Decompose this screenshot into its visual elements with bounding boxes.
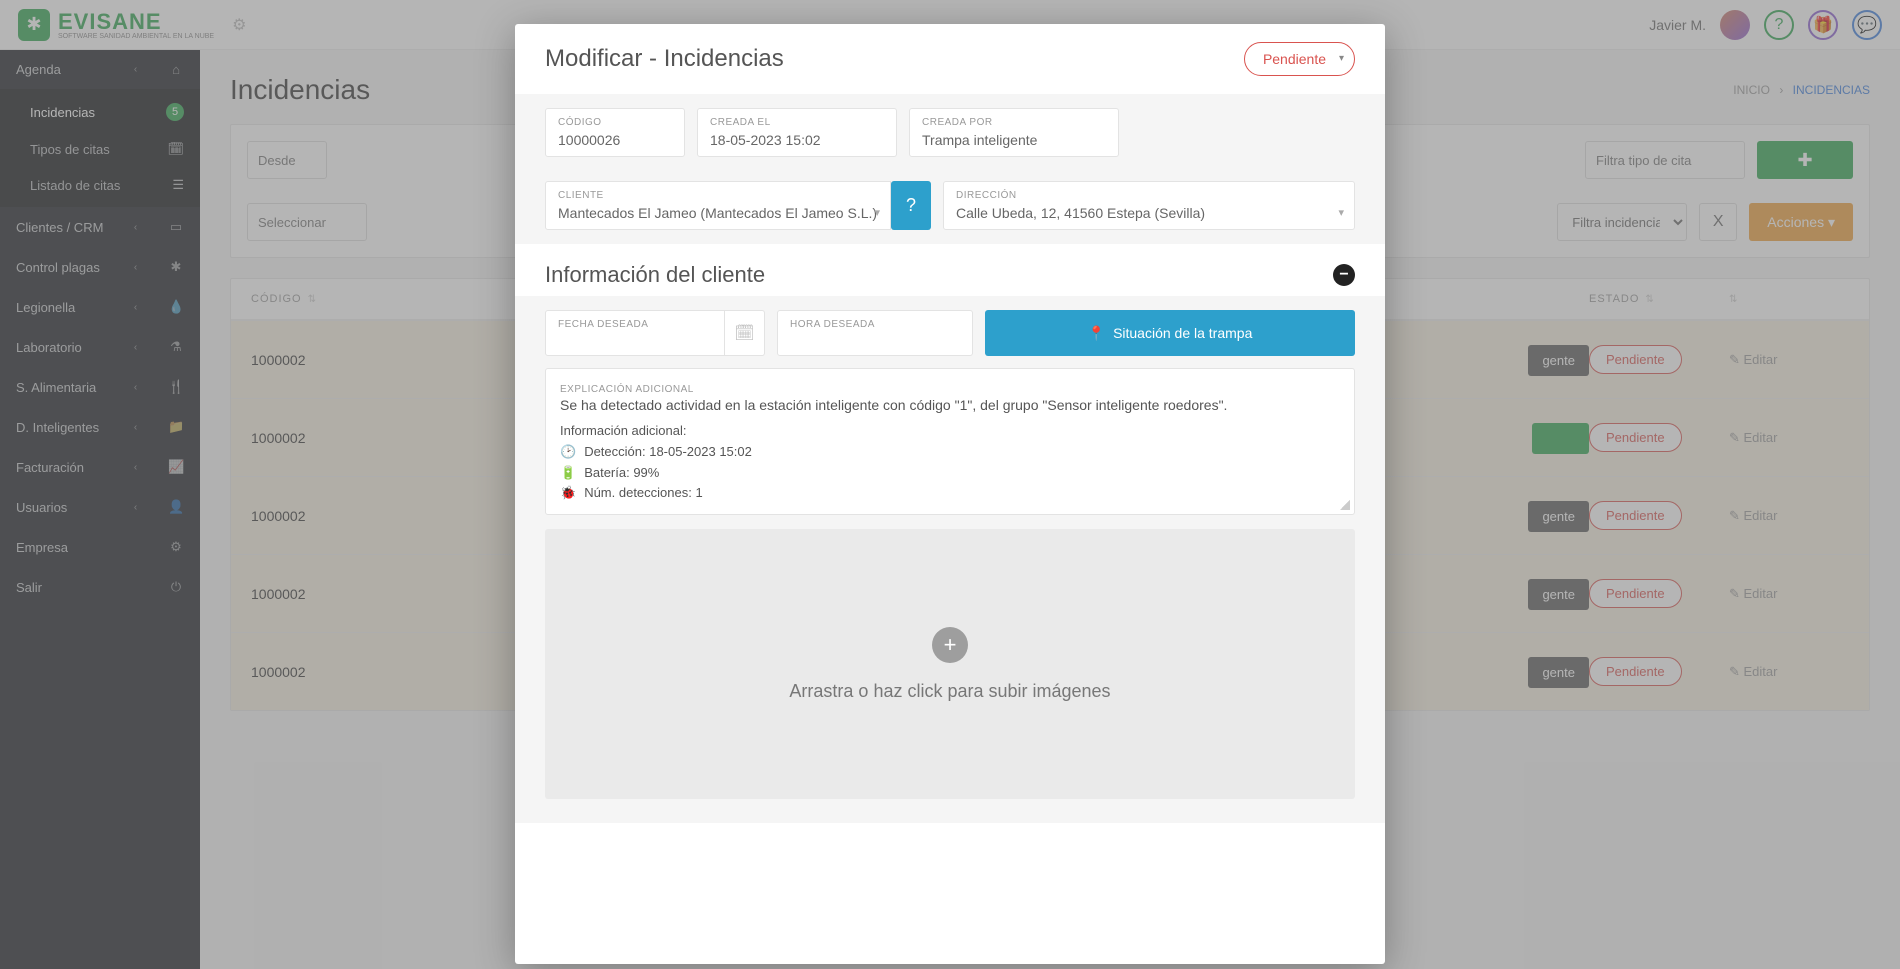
creada-el-field[interactable]: CREADA EL 18-05-2023 15:02 [697,108,897,157]
info-block: FECHA DESEADA 🗓 HORA DESEADA 📍 Situación… [515,296,1385,823]
resize-handle[interactable] [1340,500,1350,510]
hora-deseada-field[interactable]: HORA DESEADA [777,310,973,356]
clock-icon: 🕑 [560,442,576,463]
image-dropzone[interactable]: + Arrastra o haz click para subir imágen… [545,529,1355,799]
situacion-trampa-button[interactable]: 📍 Situación de la trampa [985,310,1355,356]
info-cliente-title: Información del cliente [545,262,765,288]
edit-incidencia-modal: Modificar - Incidencias Pendiente CÓDIGO… [515,24,1385,964]
status-dropdown[interactable]: Pendiente [1244,42,1355,76]
direccion-select[interactable]: DIRECCIÓN Calle Ubeda, 12, 41560 Estepa … [943,181,1355,230]
bug-icon: 🐞 [560,483,576,504]
plus-circle-icon: + [932,627,968,663]
modal-overlay: Modificar - Incidencias Pendiente CÓDIGO… [0,0,1900,969]
fecha-deseada-field[interactable]: FECHA DESEADA [545,310,725,356]
calendar-icon[interactable]: 🗓 [725,310,765,356]
codigo-field[interactable]: CÓDIGO 10000026 [545,108,685,157]
modal-title: Modificar - Incidencias [545,45,784,73]
cliente-help-button[interactable]: ? [891,181,931,230]
explicacion-textarea[interactable]: EXPLICACIÓN ADICIONAL Se ha detectado ac… [545,368,1355,515]
pin-icon: 📍 [1088,325,1105,342]
cliente-select[interactable]: CLIENTE Mantecados El Jameo (Mantecados … [545,181,891,230]
battery-icon: 🔋 [560,463,576,484]
dropzone-text: Arrastra o haz click para subir imágenes [789,681,1110,702]
form-grid-1: CÓDIGO 10000026 CREADA EL 18-05-2023 15:… [515,94,1385,244]
info-adicional-title: Información adicional: [560,421,1340,442]
collapse-section-button[interactable]: − [1333,264,1355,286]
creada-por-field[interactable]: CREADA POR Trampa inteligente [909,108,1119,157]
